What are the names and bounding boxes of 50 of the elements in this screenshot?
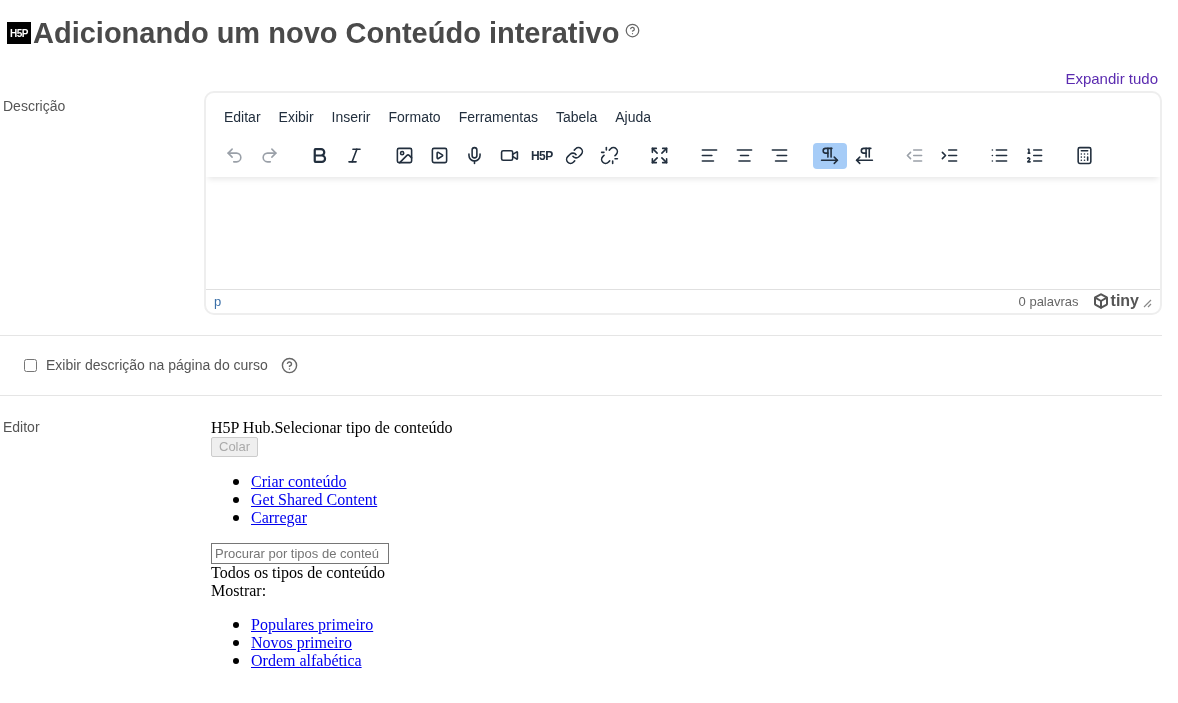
logo: H5P [7, 22, 31, 45]
brand-icon [1092, 293, 1109, 310]
link-icon [565, 146, 585, 166]
left-to-right-icon [820, 146, 840, 166]
resize-handle-icon[interactable] [1143, 298, 1152, 308]
calculator-icon [1075, 146, 1095, 166]
tab-link[interactable]: Criar conteúdo [251, 472, 347, 491]
all-types-heading: Todos os tipos de conteúdo [211, 563, 386, 582]
checkbox[interactable] [24, 358, 37, 372]
play-icon [429, 146, 449, 166]
bullet-icon [233, 639, 239, 646]
search-field[interactable]: Procurar por tipos de conteú [211, 542, 389, 564]
menu-item[interactable]: Ajuda [607, 104, 660, 130]
tab-link[interactable]: Carregar [251, 508, 307, 527]
menu-item[interactable]: Ferramentas [450, 104, 546, 130]
right-to-left-icon [855, 146, 875, 166]
field-label: Descrição [3, 97, 66, 114]
sort-label: Mostrar: [211, 581, 268, 600]
fullscreen-icon [650, 146, 670, 166]
hub-title: H5P Hub.Selecionar tipo de conteúdo [211, 418, 453, 437]
bullet-icon [233, 621, 239, 628]
sort-link[interactable]: Novos primeiro [251, 633, 352, 652]
bullet-icon [233, 657, 239, 664]
h5p-button[interactable]: H5P [527, 142, 557, 169]
word-count: 0 palavras [1018, 292, 1079, 311]
menu-item[interactable]: Exibir [270, 104, 322, 130]
help-icon [280, 356, 298, 374]
bullet-icon [233, 478, 239, 485]
help-icon [625, 23, 641, 38]
element-path[interactable]: p [214, 291, 222, 311]
bullet-icon [233, 514, 239, 521]
field-label: Editor [3, 418, 40, 435]
sort-link[interactable]: Ordem alfabética [251, 651, 362, 670]
page-title: Adicionando um novo Conteúdo interativo [33, 16, 620, 51]
tab-link[interactable]: Get Shared Content [251, 490, 378, 509]
expand-all-link[interactable]: Expandir tudo [1065, 68, 1158, 91]
toolbar-button[interactable] [812, 142, 847, 169]
broken-link-icon [600, 146, 620, 166]
menu-item[interactable]: Editar [216, 104, 269, 130]
checkbox-label: Exibir descrição na página do curso [46, 355, 268, 375]
redo-icon [259, 146, 279, 166]
menu-item[interactable]: Inserir [323, 104, 379, 130]
brand-name: tiny [1110, 291, 1139, 312]
menu-item[interactable]: Tabela [548, 104, 606, 130]
sort-link[interactable]: Populares primeiro [251, 615, 374, 634]
image-icon [394, 146, 414, 166]
undo-icon [224, 146, 244, 166]
bullet-icon [233, 496, 239, 503]
menu-item[interactable]: Formato [380, 104, 449, 130]
numbered-list-icon [1025, 146, 1045, 166]
